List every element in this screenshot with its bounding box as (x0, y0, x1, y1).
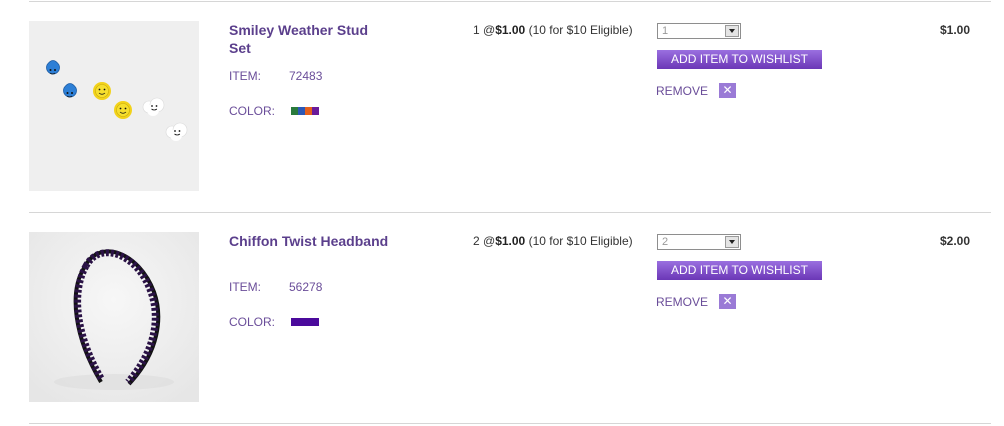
unit-price: 2 @$1.00 (10 for $10 Eligible) (473, 234, 633, 248)
swatch-green (291, 107, 298, 115)
unit-price: 1 @$1.00 (10 for $10 Eligible) (473, 23, 633, 37)
product-name-link[interactable]: Smiley Weather Stud Set (229, 21, 389, 57)
raindrop-earring (46, 60, 60, 75)
divider (29, 423, 991, 424)
sun-earring (93, 82, 111, 100)
item-number: 72483 (289, 69, 323, 83)
chevron-down-icon[interactable] (725, 25, 739, 37)
product-name-link[interactable]: Chiffon Twist Headband (229, 232, 389, 250)
color-label: COLOR: (229, 104, 276, 118)
quantity-value: 1 (662, 25, 669, 37)
cart-item-row: Chiffon Twist Headband ITEM: 56278 COLOR… (0, 212, 1004, 423)
cart-item-row: Smiley Weather Stud Set ITEM: 72483 COLO… (0, 1, 1004, 212)
close-icon[interactable]: ✕ (719, 83, 736, 98)
price-note: (10 for $10 Eligible) (528, 234, 633, 248)
sun-earring (114, 101, 132, 119)
price-qty: 2 @ (473, 234, 496, 248)
add-to-wishlist-button[interactable]: ADD ITEM TO WISHLIST (657, 50, 822, 69)
line-total: $2.00 (939, 234, 970, 248)
product-image[interactable] (29, 232, 199, 402)
add-to-wishlist-button[interactable]: ADD ITEM TO WISHLIST (657, 261, 822, 280)
chevron-down-icon[interactable] (725, 236, 739, 248)
price-note: (10 for $10 Eligible) (528, 23, 633, 37)
quantity-select[interactable]: 2 (657, 234, 741, 250)
quantity-select[interactable]: 1 (657, 23, 741, 39)
swatch-purple (312, 107, 319, 115)
close-icon[interactable]: ✕ (719, 294, 736, 309)
swatch-purple (291, 318, 319, 326)
swatch-orange (305, 107, 312, 115)
remove-link[interactable]: REMOVE (656, 84, 708, 98)
price-value: $1.00 (495, 234, 526, 248)
price-value: $1.00 (495, 23, 526, 37)
remove-link[interactable]: REMOVE (656, 295, 708, 309)
price-qty: 1 @ (473, 23, 496, 37)
color-label: COLOR: (229, 315, 276, 329)
item-number: 56278 (289, 280, 323, 294)
quantity-value: 2 (662, 236, 669, 248)
line-total: $1.00 (939, 23, 970, 37)
item-label: ITEM: (229, 280, 261, 294)
product-image[interactable] (29, 21, 199, 191)
color-swatch (291, 107, 319, 115)
color-swatch (291, 318, 319, 326)
earrings-image (29, 21, 199, 191)
item-label: ITEM: (229, 69, 261, 83)
headband-image (29, 232, 199, 402)
shadow (54, 374, 174, 390)
swatch-blue (298, 107, 305, 115)
raindrop-earring (63, 83, 77, 98)
